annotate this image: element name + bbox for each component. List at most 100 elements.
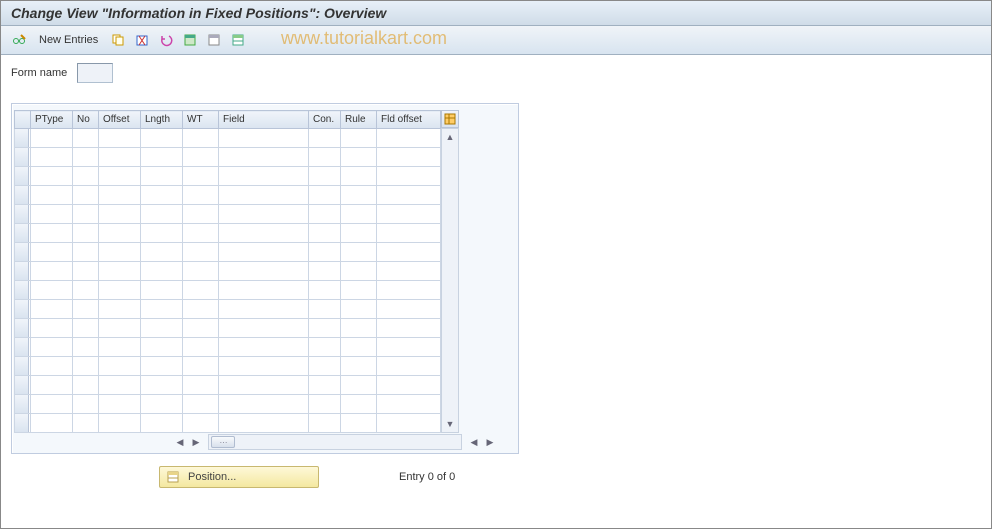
cell[interactable]: [183, 224, 219, 243]
cell[interactable]: [377, 376, 441, 395]
cell[interactable]: [141, 338, 183, 357]
cell[interactable]: [141, 395, 183, 414]
cell[interactable]: [99, 224, 141, 243]
cell[interactable]: [31, 262, 73, 281]
cell[interactable]: [341, 262, 377, 281]
cell[interactable]: [31, 148, 73, 167]
row-selector[interactable]: [15, 262, 29, 280]
cell[interactable]: [341, 167, 377, 186]
position-button[interactable]: Position...: [159, 466, 319, 488]
row-selector[interactable]: [15, 338, 29, 356]
cell[interactable]: [141, 300, 183, 319]
cell[interactable]: [309, 395, 341, 414]
cell[interactable]: [99, 205, 141, 224]
cell[interactable]: [141, 414, 183, 433]
cell[interactable]: [141, 376, 183, 395]
cell[interactable]: [183, 129, 219, 148]
cell[interactable]: [309, 281, 341, 300]
table-config-button[interactable]: [441, 110, 459, 128]
cell[interactable]: [219, 414, 309, 433]
cell[interactable]: [73, 262, 99, 281]
cell[interactable]: [341, 300, 377, 319]
cell[interactable]: [219, 148, 309, 167]
cell[interactable]: [141, 357, 183, 376]
cell[interactable]: [73, 376, 99, 395]
cell[interactable]: [309, 357, 341, 376]
table-row[interactable]: [15, 148, 441, 167]
row-selector[interactable]: [15, 186, 29, 204]
cell[interactable]: [73, 300, 99, 319]
cell[interactable]: [183, 300, 219, 319]
scroll-right-button[interactable]: ▶: [188, 434, 204, 450]
cell[interactable]: [377, 129, 441, 148]
cell[interactable]: [309, 376, 341, 395]
cell[interactable]: [73, 186, 99, 205]
cell[interactable]: [341, 376, 377, 395]
cell[interactable]: [341, 129, 377, 148]
cell[interactable]: [99, 167, 141, 186]
cell[interactable]: [341, 205, 377, 224]
cell[interactable]: [219, 300, 309, 319]
cell[interactable]: [183, 414, 219, 433]
cell[interactable]: [99, 395, 141, 414]
scroll-right2-button[interactable]: ▶: [482, 434, 498, 450]
cell[interactable]: [31, 338, 73, 357]
vertical-scrollbar[interactable]: ▲ ▼: [441, 128, 459, 433]
scroll-down-button[interactable]: ▼: [442, 416, 458, 432]
row-selector[interactable]: [15, 167, 29, 185]
cell[interactable]: [219, 319, 309, 338]
scroll-left2-button[interactable]: ◀: [466, 434, 482, 450]
row-selector[interactable]: [15, 224, 29, 242]
cell[interactable]: [31, 129, 73, 148]
cell[interactable]: [219, 243, 309, 262]
row-selector[interactable]: [15, 148, 29, 166]
cell[interactable]: [309, 243, 341, 262]
cell[interactable]: [341, 414, 377, 433]
cell[interactable]: [31, 300, 73, 319]
cell[interactable]: [31, 224, 73, 243]
row-selector[interactable]: [15, 395, 29, 413]
scroll-up-button[interactable]: ▲: [442, 129, 458, 145]
cell[interactable]: [377, 414, 441, 433]
table-row[interactable]: [15, 395, 441, 414]
cell[interactable]: [183, 186, 219, 205]
cell[interactable]: [341, 338, 377, 357]
cell[interactable]: [377, 319, 441, 338]
col-header-rule[interactable]: Rule: [341, 111, 377, 129]
cell[interactable]: [183, 148, 219, 167]
cell[interactable]: [309, 300, 341, 319]
cell[interactable]: [377, 262, 441, 281]
cell[interactable]: [73, 224, 99, 243]
cell[interactable]: [31, 205, 73, 224]
cell[interactable]: [183, 376, 219, 395]
cell[interactable]: [141, 224, 183, 243]
table-row[interactable]: [15, 319, 441, 338]
row-selector[interactable]: [15, 357, 29, 375]
cell[interactable]: [183, 281, 219, 300]
cell[interactable]: [309, 129, 341, 148]
cell[interactable]: [377, 395, 441, 414]
cell[interactable]: [99, 319, 141, 338]
cell[interactable]: [309, 319, 341, 338]
scroll-left-button[interactable]: ◀: [172, 434, 188, 450]
row-selector[interactable]: [15, 281, 29, 299]
select-all-button[interactable]: [180, 30, 200, 50]
cell[interactable]: [341, 319, 377, 338]
undo-button[interactable]: [156, 30, 176, 50]
table-row[interactable]: [15, 243, 441, 262]
table-row[interactable]: [15, 186, 441, 205]
cell[interactable]: [73, 281, 99, 300]
cell[interactable]: [99, 148, 141, 167]
cell[interactable]: [219, 129, 309, 148]
cell[interactable]: [141, 281, 183, 300]
cell[interactable]: [219, 376, 309, 395]
cell[interactable]: [309, 186, 341, 205]
row-selector[interactable]: [15, 205, 29, 223]
cell[interactable]: [377, 300, 441, 319]
cell[interactable]: [219, 186, 309, 205]
cell[interactable]: [341, 357, 377, 376]
cell[interactable]: [309, 338, 341, 357]
cell[interactable]: [31, 395, 73, 414]
cell[interactable]: [377, 281, 441, 300]
cell[interactable]: [141, 319, 183, 338]
